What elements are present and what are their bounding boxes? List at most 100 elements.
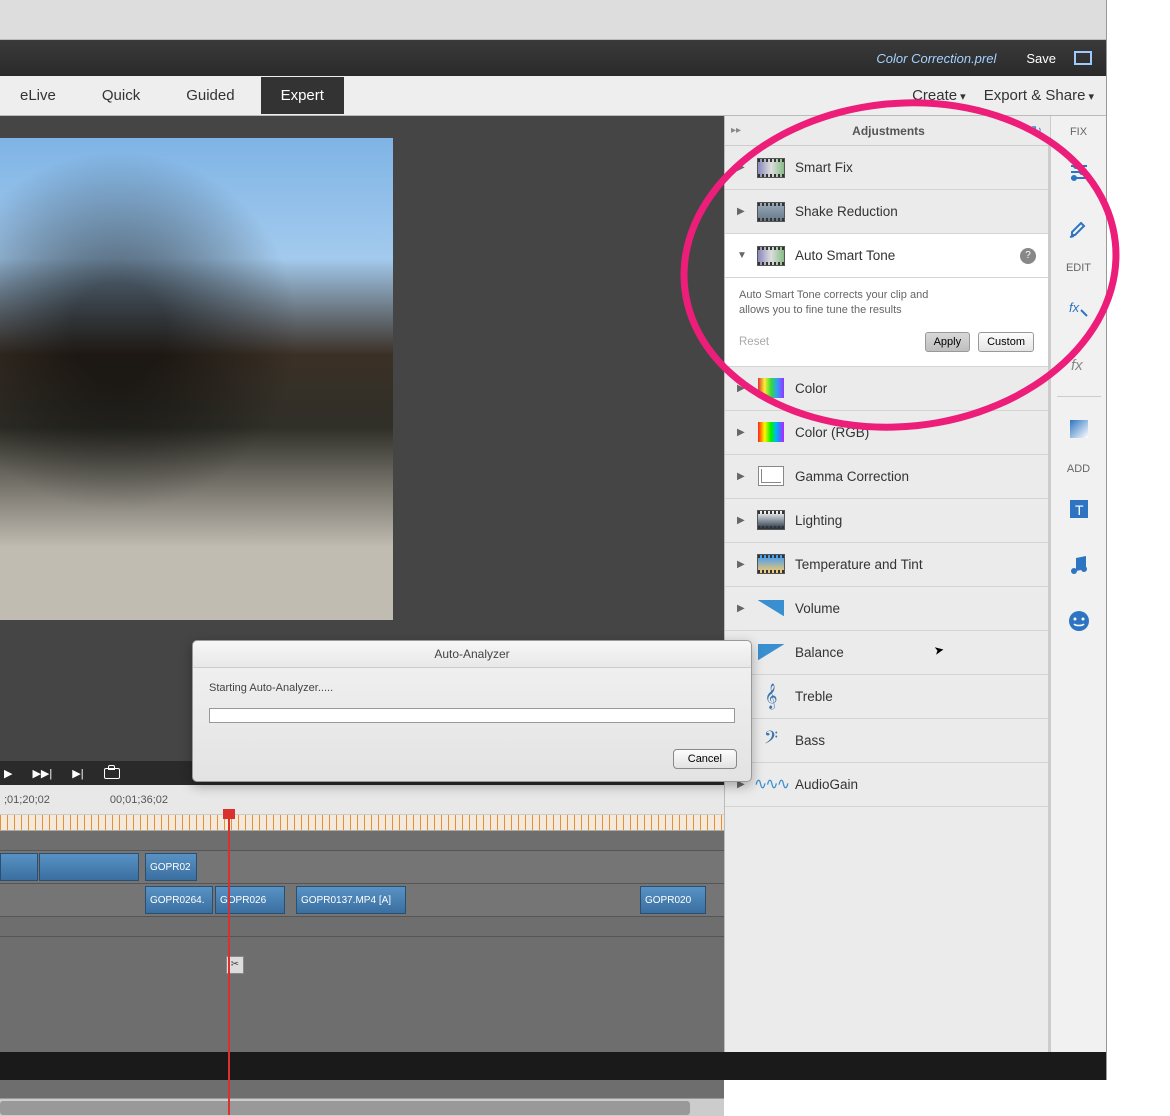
- adj-label: Gamma Correction: [795, 469, 909, 484]
- chevron-right-icon: ▶: [737, 206, 747, 217]
- adj-color[interactable]: ▶ Color: [725, 367, 1048, 411]
- adj-label: Volume: [795, 601, 840, 616]
- adj-label: Color (RGB): [795, 425, 869, 440]
- svg-text:fx: fx: [1071, 357, 1083, 374]
- reset-link[interactable]: Reset: [739, 336, 769, 348]
- tab-elive[interactable]: eLive: [0, 77, 76, 114]
- dialog-title: Auto-Analyzer: [193, 641, 751, 668]
- adj-label: Lighting: [795, 513, 842, 528]
- video-preview[interactable]: [0, 138, 393, 620]
- chevron-right-icon: ▶: [737, 427, 747, 438]
- clip[interactable]: GOPR02: [145, 853, 197, 881]
- panel-title: Adjustments: [852, 124, 925, 138]
- export-share-menu[interactable]: Export & Share: [984, 87, 1094, 104]
- timecode-bar: ;01;20;02 00;01;36;02: [0, 785, 724, 815]
- adj-color-rgb[interactable]: ▶ Color (RGB): [725, 411, 1048, 455]
- adjustments-panel: ▸▸ Adjustments ↻ ▶ Smart Fix ▶ Shake Red…: [724, 116, 1052, 1080]
- project-filename: Color Correction.prel: [876, 51, 996, 66]
- clip[interactable]: [0, 853, 38, 881]
- bottom-bar: [0, 1052, 1106, 1080]
- tab-guided[interactable]: Guided: [166, 77, 254, 114]
- adj-auto-smart-tone[interactable]: ▼ Auto Smart Tone ?: [725, 234, 1048, 278]
- chevron-right-icon: ▶: [737, 383, 747, 394]
- snapshot-icon[interactable]: [104, 768, 120, 779]
- adj-smart-fix[interactable]: ▶ Smart Fix: [725, 146, 1048, 190]
- mode-tabs: eLive Quick Guided Expert Create Export …: [0, 76, 1106, 116]
- chevron-right-icon: ▶: [737, 603, 747, 614]
- clip[interactable]: GOPR0264.: [145, 886, 213, 914]
- clip[interactable]: GOPR026: [215, 886, 285, 914]
- curve-icon: [758, 466, 784, 486]
- adj-balance[interactable]: ▶ Balance: [725, 631, 1048, 675]
- fx-edit-icon[interactable]: fx: [1051, 280, 1106, 336]
- chevron-down-icon: ▼: [737, 250, 747, 261]
- right-sidebar: FIX EDIT fx fx ADD T: [1050, 116, 1106, 1080]
- cursor-icon: ➤: [933, 642, 945, 658]
- collapse-panel-icon[interactable]: ▸▸: [731, 125, 741, 136]
- adj-temperature-tint[interactable]: ▶ Temperature and Tint: [725, 543, 1048, 587]
- sliders-icon[interactable]: [1051, 144, 1106, 200]
- chevron-right-icon: ▶: [737, 471, 747, 482]
- history-icon[interactable]: ↻: [1031, 123, 1042, 139]
- auto-tone-description: Auto Smart Tone corrects your clip and a…: [739, 288, 939, 318]
- adj-shake-reduction[interactable]: ▶ Shake Reduction: [725, 190, 1048, 234]
- next-frame-button[interactable]: ▶▶|: [32, 767, 52, 780]
- gradient-tool-icon[interactable]: [1051, 401, 1106, 457]
- music-icon[interactable]: [1051, 537, 1106, 593]
- chevron-right-icon: ▶: [737, 515, 747, 526]
- adj-treble[interactable]: ▶ 𝄞 Treble: [725, 675, 1048, 719]
- tab-quick[interactable]: Quick: [82, 77, 160, 114]
- adj-label: Bass: [795, 733, 825, 748]
- adj-audiogain[interactable]: ▶ ∿∿∿ AudioGain: [725, 763, 1048, 807]
- timecode-current: ;01;20;02: [4, 794, 50, 806]
- app-menubar: Color Correction.prel Save: [0, 40, 1106, 76]
- auto-tone-detail: Auto Smart Tone corrects your clip and a…: [725, 278, 1048, 367]
- adj-lighting[interactable]: ▶ Lighting: [725, 499, 1048, 543]
- apply-button[interactable]: Apply: [925, 332, 971, 352]
- timecode-total: 00;01;36;02: [110, 794, 168, 806]
- volume-icon: [758, 600, 784, 616]
- clip[interactable]: GOPR020: [640, 886, 706, 914]
- adj-label: AudioGain: [795, 777, 858, 792]
- adj-label: Color: [795, 381, 827, 396]
- clip[interactable]: [39, 853, 139, 881]
- create-menu[interactable]: Create: [912, 87, 966, 104]
- chevron-right-icon: ▶: [737, 559, 747, 570]
- bass-clef-icon: 𝄢: [764, 727, 778, 753]
- play-button[interactable]: ▶: [4, 767, 12, 780]
- svg-text:fx: fx: [1069, 300, 1080, 315]
- timeline-scrollbar[interactable]: [0, 1098, 724, 1116]
- tab-expert[interactable]: Expert: [261, 77, 344, 114]
- text-tool-icon[interactable]: T: [1051, 481, 1106, 537]
- adj-bass[interactable]: ▶ 𝄢 Bass: [725, 719, 1048, 763]
- save-button[interactable]: Save: [1026, 51, 1056, 66]
- lighting-icon: [757, 510, 785, 530]
- clip[interactable]: GOPR0137.MP4 [A]: [296, 886, 406, 914]
- preview-area: ▶ ▶▶| ▶| ;01;20;02 00;01;36;02 GOPR02: [0, 116, 724, 1080]
- svg-text:T: T: [1075, 502, 1084, 518]
- layout-icon[interactable]: [1074, 51, 1092, 65]
- step-button[interactable]: ▶|: [72, 767, 83, 780]
- waveform-icon: ∿∿∿: [754, 774, 788, 794]
- timeline-ruler[interactable]: [0, 815, 724, 831]
- adj-gamma[interactable]: ▶ Gamma Correction: [725, 455, 1048, 499]
- adj-label: Auto Smart Tone: [795, 248, 895, 263]
- playhead[interactable]: [228, 815, 230, 1115]
- emoji-icon[interactable]: [1051, 593, 1106, 649]
- add-label: ADD: [1051, 457, 1106, 481]
- temperature-icon: [757, 554, 785, 574]
- dialog-message: Starting Auto-Analyzer.....: [209, 682, 735, 694]
- scrollbar-thumb[interactable]: [0, 1101, 690, 1115]
- edit-label: EDIT: [1051, 256, 1106, 280]
- tools-icon[interactable]: [1051, 200, 1106, 256]
- balance-icon: [758, 644, 784, 660]
- chevron-right-icon: ▶: [737, 162, 747, 173]
- cancel-button[interactable]: Cancel: [673, 749, 737, 769]
- fx-icon[interactable]: fx: [1051, 336, 1106, 392]
- auto-analyzer-dialog: Auto-Analyzer Starting Auto-Analyzer....…: [192, 640, 752, 782]
- adj-volume[interactable]: ▶ Volume: [725, 587, 1048, 631]
- help-icon[interactable]: ?: [1020, 248, 1036, 264]
- adj-label: Smart Fix: [795, 160, 853, 175]
- adj-label: Balance: [795, 645, 844, 660]
- custom-button[interactable]: Custom: [978, 332, 1034, 352]
